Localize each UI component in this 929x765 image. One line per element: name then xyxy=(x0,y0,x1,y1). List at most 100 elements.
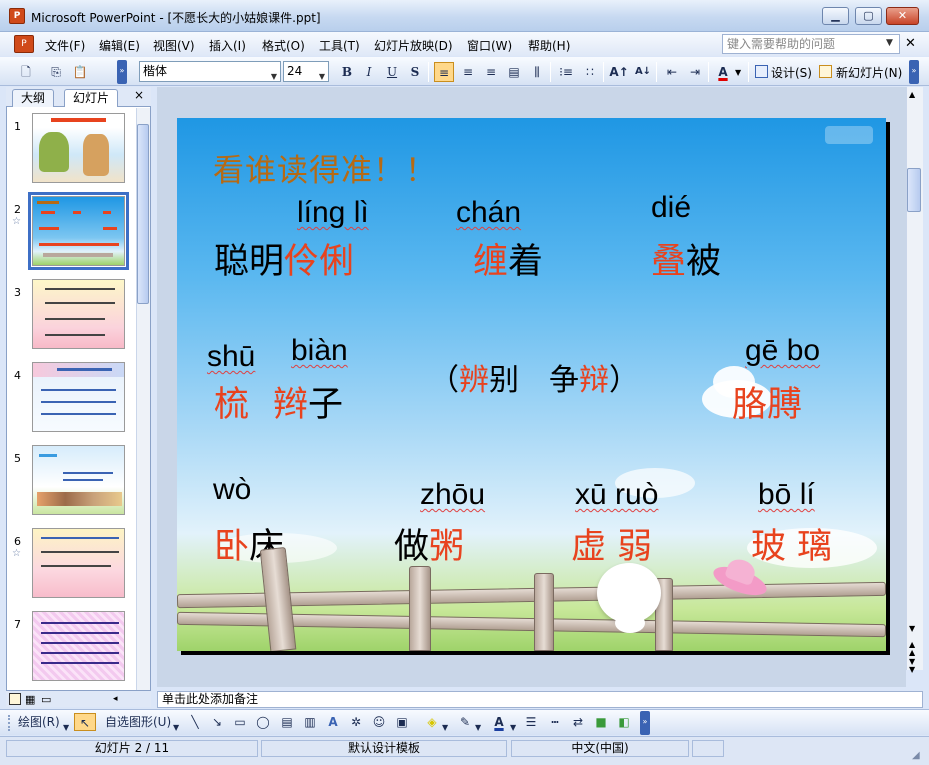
arrow-icon[interactable]: ↘ xyxy=(208,713,226,731)
toolbar-options-icon[interactable]: » xyxy=(640,711,650,735)
copy-icon[interactable]: ⎘ xyxy=(46,62,66,82)
scroll-up-icon[interactable]: ▲ xyxy=(909,90,915,99)
menu-edit[interactable]: 编辑(E) xyxy=(99,37,140,54)
chevron-down-icon[interactable]: ▼ xyxy=(475,719,481,737)
chevron-down-icon[interactable]: ▼ xyxy=(510,719,516,737)
increase-font-icon[interactable]: A↑ xyxy=(609,62,629,82)
powerpoint-app-icon[interactable]: P xyxy=(9,8,25,24)
tab-outline[interactable]: 大纲 xyxy=(12,89,55,107)
font-name-select[interactable]: 楷体 ▼ xyxy=(139,61,281,82)
bold-button[interactable]: B xyxy=(337,62,357,82)
oval-icon[interactable]: ◯ xyxy=(254,713,272,731)
word-gebo[interactable]: 胳膊 xyxy=(732,376,802,427)
slide-thumbnail-4[interactable] xyxy=(32,362,125,432)
next-slide-icon[interactable]: ▼ ▼ xyxy=(909,658,915,674)
slide-thumbnail-5[interactable] xyxy=(32,445,125,515)
line-color-icon[interactable]: ✎ xyxy=(456,713,474,731)
word-zuozhou[interactable]: 做粥 xyxy=(394,518,464,569)
design-button[interactable]: 设计(S) xyxy=(771,64,812,81)
toolbar-options-icon[interactable]: » xyxy=(909,60,919,84)
help-search-input[interactable]: 键入需要帮助的问题 xyxy=(722,34,900,54)
rectangle-icon[interactable]: ▭ xyxy=(231,713,249,731)
word-chanzhe[interactable]: 缠着 xyxy=(473,233,543,284)
pinyin-ling-li[interactable]: líng lì xyxy=(297,196,369,230)
paste-icon[interactable]: 📋 xyxy=(70,62,90,82)
scroll-down-icon[interactable]: ▼ xyxy=(909,624,915,633)
picture-icon[interactable]: ▣ xyxy=(393,713,411,731)
maximize-button[interactable]: ▢ xyxy=(855,7,882,25)
diagram-icon[interactable]: ✲ xyxy=(347,713,365,731)
clipart-icon[interactable]: ☺ xyxy=(370,713,388,731)
menu-view[interactable]: 视图(V) xyxy=(153,37,195,54)
distribute-icon[interactable]: ⫼ xyxy=(527,62,547,82)
resize-grip-icon[interactable]: ◢ xyxy=(912,750,920,761)
menu-insert[interactable]: 插入(I) xyxy=(209,37,246,54)
font-size-select[interactable]: 24 ▼ xyxy=(283,61,329,82)
new-document-icon[interactable]: 🗋 xyxy=(16,62,36,82)
current-slide[interactable]: 看谁读得准！！ líng lì 聪明伶俐 chán 缠着 dié 叠被 shū … xyxy=(177,118,886,651)
slide-thumbnail-6[interactable] xyxy=(32,528,125,598)
menu-tools[interactable]: 工具(T) xyxy=(319,37,360,54)
previous-slide-icon[interactable]: ▲ ▲ xyxy=(909,641,915,657)
align-center-icon[interactable]: ≡ xyxy=(458,62,478,82)
slide-sorter-icon[interactable]: ▦ xyxy=(25,693,35,706)
pinyin-zhou[interactable]: zhōu xyxy=(420,478,485,512)
chevron-down-icon[interactable]: ▼ xyxy=(735,68,741,77)
bullets-icon[interactable]: ∷ xyxy=(580,62,600,82)
pinyin-shu[interactable]: shū xyxy=(207,340,255,374)
3d-style-icon[interactable]: ◧ xyxy=(615,713,633,731)
menu-window[interactable]: 窗口(W) xyxy=(467,37,512,54)
pinyin-wo[interactable]: wò xyxy=(213,473,251,507)
close-doc-icon[interactable]: ✕ xyxy=(905,36,916,51)
pinyin-chan[interactable]: chán xyxy=(456,196,521,230)
tab-slides[interactable]: 幻灯片 xyxy=(64,89,119,107)
word-congming-lingli[interactable]: 聪明伶俐 xyxy=(214,233,354,284)
minimize-button[interactable]: ▁ xyxy=(822,7,849,25)
dash-style-icon[interactable]: ┅ xyxy=(546,713,564,731)
arrow-style-icon[interactable]: ⇄ xyxy=(569,713,587,731)
word-boli[interactable]: 玻 璃 xyxy=(751,518,832,569)
slide-thumbnail-2[interactable] xyxy=(28,192,129,270)
vertical-textbox-icon[interactable]: ▥ xyxy=(301,713,319,731)
decrease-font-icon[interactable]: A↓ xyxy=(633,62,653,82)
font-color-icon[interactable]: A xyxy=(713,62,733,82)
underline-button[interactable]: U xyxy=(382,62,402,82)
draw-menu-button[interactable]: 绘图(R) xyxy=(18,713,60,731)
close-button[interactable]: ✕ xyxy=(886,7,919,25)
slide-scroll-thumb[interactable] xyxy=(907,168,921,212)
justify-icon[interactable]: ▤ xyxy=(504,62,524,82)
chevron-down-icon[interactable]: ▼ xyxy=(173,719,179,737)
notes-field[interactable]: 单击此处添加备注 xyxy=(157,691,923,708)
drawing-font-color-icon[interactable]: A xyxy=(490,713,508,731)
normal-view-icon[interactable] xyxy=(9,693,21,705)
slide-thumbnail-3[interactable] xyxy=(32,279,125,349)
italic-button[interactable]: I xyxy=(359,62,379,82)
chevron-down-icon[interactable]: ▼ xyxy=(442,719,448,737)
select-cursor-icon[interactable]: ↖ xyxy=(74,713,96,731)
increase-indent-icon[interactable]: ⇥ xyxy=(685,62,705,82)
wordart-icon[interactable]: A xyxy=(324,713,342,731)
fill-color-icon[interactable]: ◈ xyxy=(423,713,441,731)
slide-thumbnail-1[interactable] xyxy=(32,113,125,183)
pane-close-icon[interactable]: × xyxy=(134,88,144,102)
chevron-down-icon[interactable]: ▼ xyxy=(63,719,69,737)
slides-pane-scroll-thumb[interactable] xyxy=(137,124,149,304)
slide-thumbnail-7[interactable] xyxy=(32,611,125,681)
line-style-icon[interactable]: ☰ xyxy=(522,713,540,731)
pinyin-die[interactable]: dié xyxy=(651,191,691,225)
line-icon[interactable]: ╲ xyxy=(186,713,204,731)
bian-comparison-note[interactable]: （辨别 争辩） xyxy=(429,355,639,399)
align-right-icon[interactable]: ≡ xyxy=(481,62,501,82)
document-icon[interactable]: P xyxy=(14,35,34,53)
toolbar-options-icon[interactable]: » xyxy=(117,60,127,84)
word-diebei[interactable]: 叠被 xyxy=(651,233,721,284)
menu-help[interactable]: 帮助(H) xyxy=(528,37,570,54)
shadow-button[interactable]: S xyxy=(405,62,425,82)
menu-slideshow[interactable]: 幻灯片放映(D) xyxy=(374,37,453,54)
slideshow-icon[interactable]: ▭ xyxy=(41,693,51,706)
numbering-icon[interactable]: ⁝≡ xyxy=(556,62,576,82)
scroll-left-icon[interactable]: ◂ xyxy=(113,694,118,704)
align-left-icon[interactable]: ≡ xyxy=(434,62,454,82)
word-bianzi[interactable]: 辫子 xyxy=(273,376,343,427)
textbox-icon[interactable]: ▤ xyxy=(278,713,296,731)
